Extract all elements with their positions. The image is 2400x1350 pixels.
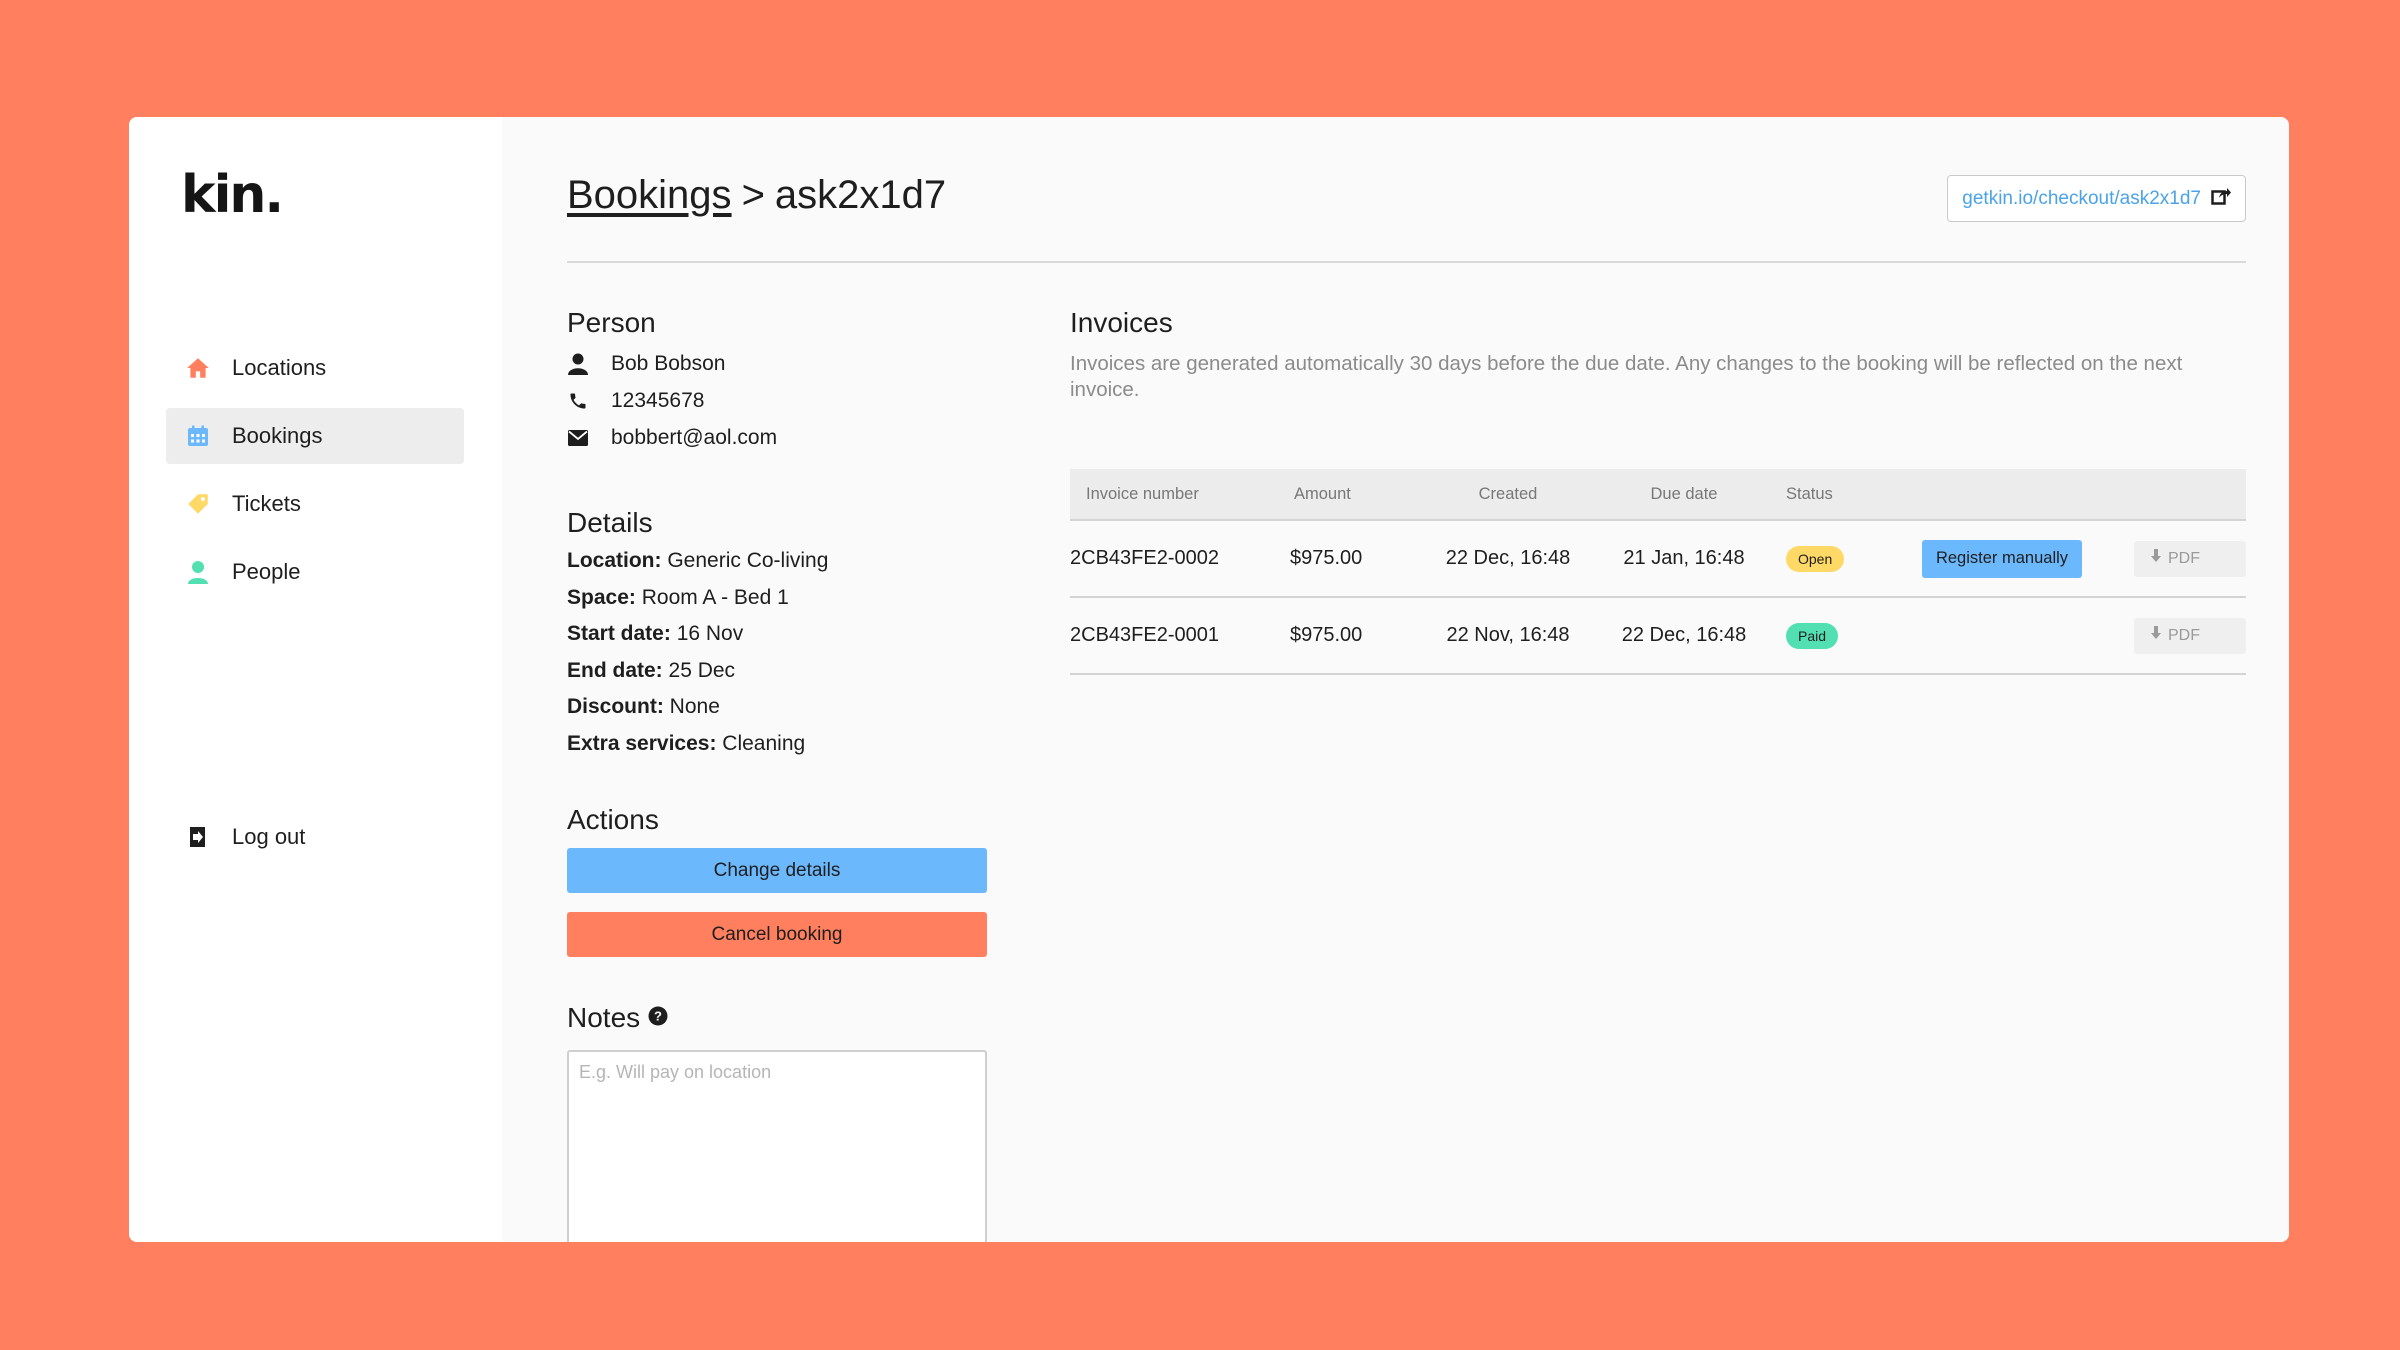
invoices-description: Invoices are generated automatically 30 … (1070, 352, 2183, 401)
main-content: Bookings > ask2x1d7 getkin.io/checkout/a… (502, 117, 2289, 1242)
table-row: 2CB43FE2-0001 $975.00 22 Nov, 16:48 22 D… (1070, 598, 2246, 675)
person-phone-row: 12345678 (567, 382, 1007, 419)
notes-title: Notes (567, 1002, 641, 1033)
column-header: Invoice number (1086, 484, 1199, 503)
status-badge: Open (1786, 545, 1845, 572)
person-name-row: Bob Bobson (567, 345, 1007, 382)
sidebar-item-tickets[interactable]: Tickets (166, 476, 464, 532)
person-phone: 12345678 (611, 388, 705, 412)
detail-discount: Discount: None (567, 695, 720, 718)
home-icon (184, 354, 212, 382)
person-title: Person (567, 307, 656, 338)
person-section: Person Bob Bobson 12345678 bobbert@aol.c… (567, 307, 1007, 456)
svg-text:?: ? (654, 1008, 662, 1023)
user-icon (567, 353, 589, 375)
detail-space: Space: Room A - Bed 1 (567, 585, 789, 609)
invoices-section: Invoices Invoices are generated automati… (1070, 307, 2246, 675)
invoices-table: Invoice number Amount Created Due date S… (1070, 469, 2246, 675)
column-header: Created (1478, 484, 1538, 503)
sidebar-item-label: Tickets (232, 491, 301, 516)
sidebar-item-label: Locations (232, 355, 327, 380)
sidebar-item-label: Bookings (232, 423, 323, 448)
invoice-due-date: 21 Jan, 16:48 (1623, 547, 1745, 569)
help-icon[interactable]: ? (648, 1006, 668, 1031)
invoices-title: Invoices (1070, 307, 1173, 338)
sidebar-item-label: People (232, 559, 301, 584)
table-header: Invoice number Amount Created Due date S… (1070, 469, 2246, 521)
logout-section: Log out (166, 809, 464, 877)
notes-header: Notes ? (567, 1002, 987, 1034)
sidebar-nav: Locations Bookings Tickets People (166, 340, 464, 612)
pdf-label: PDF (2168, 549, 2200, 567)
breadcrumb: Bookings > ask2x1d7 (567, 173, 946, 218)
breadcrumb-bookings-link[interactable]: Bookings (567, 173, 732, 218)
person-icon (184, 558, 212, 586)
sidebar: kin. Locations Bookings Tickets People L… (129, 117, 502, 1242)
invoice-number: 2CB43FE2-0001 (1070, 624, 1219, 646)
checkout-link-button[interactable]: getkin.io/checkout/ask2x1d7 (1947, 175, 2246, 222)
invoice-number: 2CB43FE2-0002 (1070, 547, 1219, 569)
person-email[interactable]: bobbert@aol.com (611, 426, 777, 450)
person-email-row: bobbert@aol.com (567, 419, 1007, 456)
notes-textarea[interactable] (567, 1050, 987, 1242)
invoice-due-date: 22 Dec, 16:48 (1621, 624, 1747, 646)
details-section: Details Location: Generic Co-living Spac… (567, 507, 1007, 762)
column-header: Status (1786, 484, 1833, 503)
pdf-download-button[interactable]: PDF (2134, 617, 2246, 654)
page-title: ask2x1d7 (774, 173, 947, 217)
sidebar-item-locations[interactable]: Locations (166, 340, 464, 396)
header-divider (567, 261, 2246, 263)
arrow-down-icon (2150, 626, 2162, 645)
details-title: Details (567, 507, 653, 538)
actions-section: Actions Change details Cancel booking (567, 804, 987, 957)
logout-icon (184, 823, 212, 851)
invoice-created: 22 Dec, 16:48 (1445, 547, 1571, 569)
envelope-icon (567, 429, 589, 446)
detail-end-date: End date: 25 Dec (567, 658, 736, 682)
tag-icon (184, 490, 212, 518)
phone-icon (567, 391, 589, 411)
breadcrumb-separator: > (741, 173, 765, 217)
actions-title: Actions (567, 804, 659, 835)
column-header: Amount (1294, 484, 1351, 503)
sidebar-item-people[interactable]: People (166, 544, 464, 600)
logout-label: Log out (232, 824, 306, 849)
person-name: Bob Bobson (611, 351, 726, 375)
pdf-download-button[interactable]: PDF (2134, 540, 2246, 577)
sidebar-item-bookings[interactable]: Bookings (166, 408, 464, 464)
register-manually-button[interactable]: Register manually (1921, 539, 2083, 578)
external-link-icon (2211, 187, 2231, 210)
invoice-amount: $975.00 (1290, 624, 1363, 646)
pdf-label: PDF (2168, 626, 2200, 644)
detail-location: Location: Generic Co-living (567, 549, 829, 572)
column-header: Due date (1650, 484, 1718, 503)
table-row: 2CB43FE2-0002 $975.00 22 Dec, 16:48 21 J… (1070, 521, 2246, 598)
kin-logo[interactable]: kin. (181, 169, 284, 221)
status-badge: Paid (1786, 622, 1839, 649)
invoice-amount: $975.00 (1290, 547, 1363, 569)
detail-extra-services: Extra services: Cleaning (567, 731, 806, 755)
change-details-button[interactable]: Change details (567, 848, 987, 893)
notes-section: Notes ? (567, 1002, 987, 1242)
invoice-created: 22 Nov, 16:48 (1446, 624, 1570, 646)
cancel-booking-button[interactable]: Cancel booking (567, 912, 987, 957)
calendar-icon (184, 422, 212, 450)
arrow-down-icon (2150, 549, 2162, 568)
checkout-link-text: getkin.io/checkout/ask2x1d7 (1962, 187, 2201, 209)
logout-button[interactable]: Log out (166, 809, 464, 865)
detail-start-date: Start date: 16 Nov (567, 622, 744, 645)
app-window: kin. Locations Bookings Tickets People L… (129, 117, 2289, 1242)
